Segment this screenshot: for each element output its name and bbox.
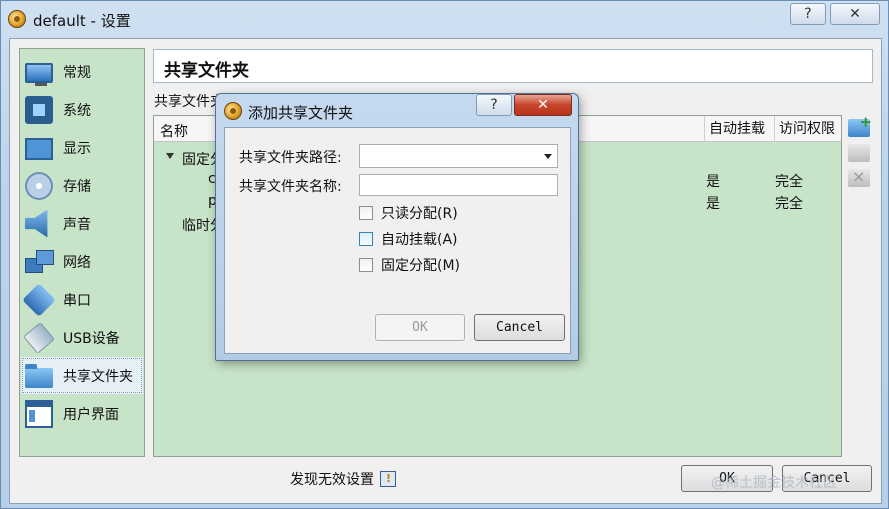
table-cell-auto-mount: 是 — [706, 174, 720, 190]
remove-folder-icon[interactable] — [848, 167, 870, 187]
speaker-icon — [25, 209, 48, 238]
add-shared-folder-dialog: 添加共享文件夹 ? ✕ 共享文件夹路径: 共享文件夹名称: 只读分配(R) 自动… — [215, 93, 579, 361]
network-icon — [25, 248, 54, 276]
section-label: 共享文件夹 — [154, 94, 224, 110]
virtualbox-app-icon — [224, 102, 242, 120]
sidebar-item-label: 共享文件夹 — [63, 368, 133, 385]
invalid-settings-status: 发现无效设置 — [290, 469, 396, 489]
close-button[interactable]: ✕ — [830, 3, 880, 25]
readonly-checkbox[interactable] — [359, 206, 373, 220]
dialog-help-button[interactable]: ? — [476, 94, 512, 116]
display-icon — [25, 137, 53, 160]
sidebar-item-user-interface[interactable]: 用户界面 — [21, 395, 143, 432]
watermark: @稀土掘金技术社区 — [711, 475, 837, 491]
sidebar-item-label: USB设备 — [63, 330, 120, 347]
settings-sidebar: 常规 系统 显示 存储 声音 网络 串口 USB设备 共享文件夹 用户界面 — [19, 48, 145, 457]
sidebar-item-serial[interactable]: 串口 — [21, 281, 143, 318]
permanent-checkbox[interactable] — [359, 258, 373, 272]
add-folder-icon[interactable] — [848, 113, 872, 137]
sidebar-item-label: 显示 — [63, 140, 91, 157]
folder-name-input[interactable] — [359, 174, 558, 196]
virtualbox-app-icon — [8, 10, 26, 28]
sidebar-item-shared-folders[interactable]: 共享文件夹 — [21, 357, 143, 394]
system-chip-icon — [25, 95, 53, 124]
table-cell-access: 完全 — [775, 174, 803, 190]
table-cell-auto-mount: 是 — [706, 196, 720, 212]
permanent-checkbox-row[interactable]: 固定分配(M) — [359, 255, 460, 275]
sidebar-item-audio[interactable]: 声音 — [21, 205, 143, 242]
column-header-name[interactable]: 名称 — [160, 121, 188, 141]
dialog-ok-button[interactable]: OK — [375, 314, 465, 341]
dialog-title: 添加共享文件夹 — [248, 104, 354, 122]
folder-icon — [25, 364, 53, 388]
permanent-label[interactable]: 固定分配(M) — [381, 255, 460, 275]
user-interface-icon — [25, 399, 53, 428]
dialog-cancel-button[interactable]: Cancel — [474, 314, 565, 341]
warning-icon[interactable] — [380, 471, 396, 487]
column-header-auto-mount[interactable]: 自动挂载 — [704, 116, 765, 142]
automount-checkbox-row[interactable]: 自动挂载(A) — [359, 229, 458, 249]
sidebar-item-label: 常规 — [63, 64, 91, 81]
sidebar-item-label: 系统 — [63, 102, 91, 119]
dialog-close-button[interactable]: ✕ — [514, 94, 572, 116]
dropdown-arrow-icon[interactable] — [544, 154, 552, 159]
window-title: default - 设置 — [33, 12, 131, 30]
help-button[interactable]: ? — [790, 3, 826, 25]
table-cell-access: 完全 — [775, 196, 803, 212]
general-icon — [25, 63, 53, 86]
sidebar-item-general[interactable]: 常规 — [21, 53, 143, 90]
edit-folder-icon[interactable] — [848, 144, 870, 162]
sidebar-item-label: 用户界面 — [63, 406, 119, 423]
title-bar[interactable]: default - 设置 ? ✕ — [1, 1, 888, 37]
readonly-label[interactable]: 只读分配(R) — [381, 203, 458, 223]
sidebar-item-storage[interactable]: 存储 — [21, 167, 143, 204]
path-label: 共享文件夹路径: — [239, 150, 342, 166]
sidebar-item-label: 网络 — [63, 254, 91, 271]
expand-arrow-icon[interactable] — [166, 153, 174, 159]
automount-label[interactable]: 自动挂载(A) — [381, 229, 458, 249]
sidebar-item-usb[interactable]: USB设备 — [21, 319, 143, 356]
folder-toolbar — [848, 113, 872, 194]
sidebar-item-label: 存储 — [63, 178, 91, 195]
dialog-body: 共享文件夹路径: 共享文件夹名称: 只读分配(R) 自动挂载(A) 固定分配(M… — [224, 127, 571, 354]
sidebar-item-label: 串口 — [63, 292, 91, 309]
automount-checkbox[interactable] — [359, 232, 373, 246]
serial-port-icon — [22, 282, 56, 317]
status-text: 发现无效设置 — [290, 472, 374, 488]
name-label: 共享文件夹名称: — [239, 179, 342, 195]
folder-path-combobox[interactable] — [359, 144, 558, 168]
sidebar-item-label: 声音 — [63, 216, 91, 233]
column-header-access[interactable]: 访问权限 — [774, 116, 835, 142]
sidebar-item-network[interactable]: 网络 — [21, 243, 143, 280]
storage-disk-icon — [25, 171, 53, 200]
sidebar-item-display[interactable]: 显示 — [21, 129, 143, 166]
sidebar-item-system[interactable]: 系统 — [21, 91, 143, 128]
usb-icon — [23, 321, 55, 354]
page-title: 共享文件夹 — [153, 49, 873, 83]
readonly-checkbox-row[interactable]: 只读分配(R) — [359, 203, 458, 223]
